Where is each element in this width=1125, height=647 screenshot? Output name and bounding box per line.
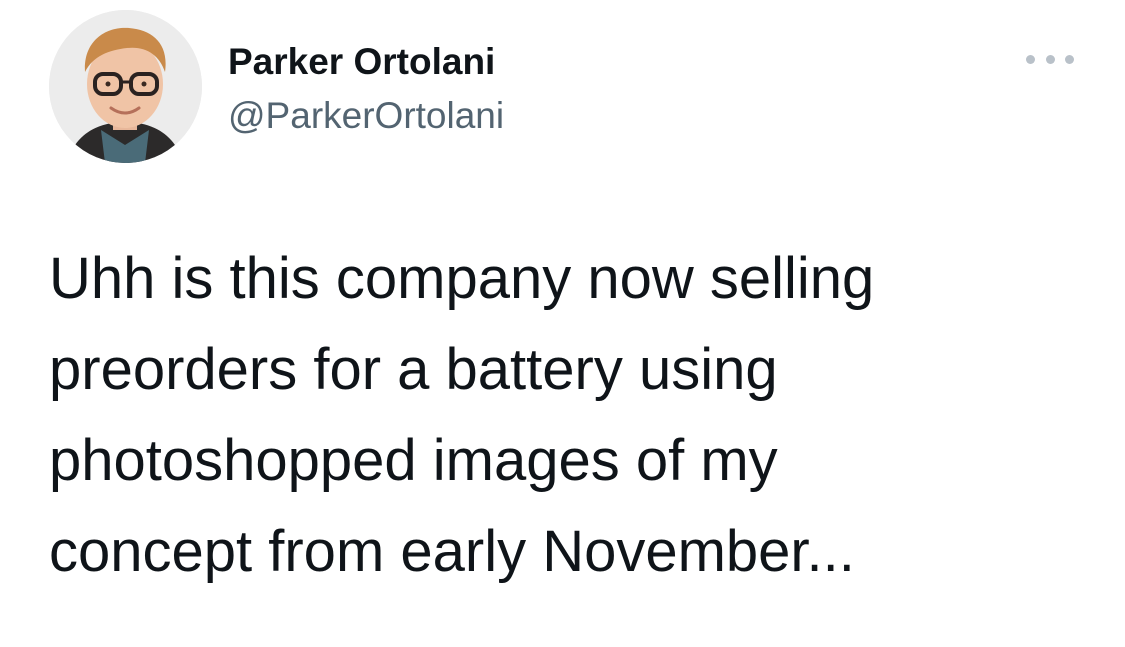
more-horizontal-icon bbox=[1026, 54, 1035, 64]
profile-photo-icon bbox=[49, 10, 202, 163]
more-options-button[interactable] bbox=[1026, 46, 1074, 72]
tweet-card: Parker Ortolani @ParkerOrtolani Uhh is t… bbox=[0, 0, 1125, 647]
author-handle[interactable]: @ParkerOrtolani bbox=[228, 94, 504, 138]
author-name[interactable]: Parker Ortolani bbox=[228, 40, 495, 84]
more-horizontal-icon bbox=[1065, 54, 1074, 64]
tweet-text: Uhh is this company now selling preorder… bbox=[49, 246, 875, 584]
avatar[interactable] bbox=[49, 10, 202, 163]
more-horizontal-icon bbox=[1045, 54, 1055, 64]
